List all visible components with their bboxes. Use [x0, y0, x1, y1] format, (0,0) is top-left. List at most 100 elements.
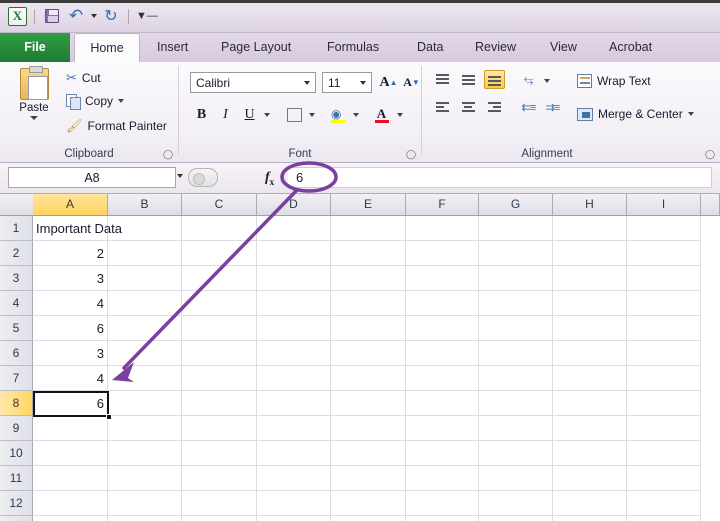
- cell-B3[interactable]: [108, 266, 182, 291]
- cell-F3[interactable]: [406, 266, 479, 291]
- align-center-button[interactable]: [458, 98, 479, 117]
- bold-button[interactable]: B: [191, 104, 212, 125]
- cell-F1[interactable]: [406, 216, 479, 241]
- fill-color-dropdown-icon[interactable]: [351, 110, 361, 120]
- tab-page-layout[interactable]: Page Layout: [208, 33, 304, 62]
- tab-view[interactable]: View: [537, 33, 590, 62]
- cell-D3[interactable]: [257, 266, 331, 291]
- cell-I6[interactable]: [627, 341, 701, 366]
- tab-file[interactable]: File: [0, 33, 70, 62]
- cell-I13[interactable]: [627, 516, 701, 521]
- cell-E2[interactable]: [331, 241, 406, 266]
- undo-icon[interactable]: ↶: [66, 6, 86, 26]
- column-header-f[interactable]: F: [406, 194, 479, 215]
- row-header-12[interactable]: 12: [0, 491, 33, 516]
- row-header-1[interactable]: 1: [0, 216, 33, 241]
- cell-D13[interactable]: [257, 516, 331, 521]
- cell-I12[interactable]: [627, 491, 701, 516]
- cell-H8[interactable]: [553, 391, 627, 416]
- cell-D5[interactable]: [257, 316, 331, 341]
- row-header-5[interactable]: 5: [0, 316, 33, 341]
- undo-dropdown-icon[interactable]: [91, 14, 97, 18]
- align-bottom-button[interactable]: [484, 70, 505, 89]
- cell-D8[interactable]: [257, 391, 331, 416]
- cell-G4[interactable]: [479, 291, 553, 316]
- column-header-g[interactable]: G: [479, 194, 553, 215]
- cell-C5[interactable]: [182, 316, 257, 341]
- cell-I9[interactable]: [627, 416, 701, 441]
- paste-dropdown-icon[interactable]: [30, 116, 38, 120]
- cell-I7[interactable]: [627, 366, 701, 391]
- cell-C2[interactable]: [182, 241, 257, 266]
- cell-B1[interactable]: [108, 216, 182, 241]
- cell-F13[interactable]: [406, 516, 479, 521]
- tab-home[interactable]: Home: [74, 33, 140, 62]
- spreadsheet-grid[interactable]: ABCDEFGHI 12345678910111213 Important Da…: [0, 194, 720, 521]
- column-header-b[interactable]: B: [108, 194, 182, 215]
- font-name-input[interactable]: Calibri: [190, 72, 316, 93]
- cell-H1[interactable]: [553, 216, 627, 241]
- customize-qat-icon[interactable]: ▼—: [136, 10, 158, 22]
- cell-G1[interactable]: [479, 216, 553, 241]
- cell-I4[interactable]: [627, 291, 701, 316]
- cell-F7[interactable]: [406, 366, 479, 391]
- underline-dropdown-icon[interactable]: [262, 110, 272, 120]
- cell-B12[interactable]: [108, 491, 182, 516]
- font-size-dropdown-icon[interactable]: [360, 81, 366, 85]
- merge-center-dropdown-icon[interactable]: [688, 112, 694, 116]
- paste-button[interactable]: Paste: [10, 68, 58, 120]
- cell-F2[interactable]: [406, 241, 479, 266]
- alignment-dialog-launcher-icon[interactable]: ◯: [705, 149, 715, 159]
- fill-color-button[interactable]: ◉: [329, 105, 348, 124]
- column-header-d[interactable]: D: [257, 194, 331, 215]
- copy-button[interactable]: Copy: [66, 94, 124, 108]
- save-icon[interactable]: [42, 6, 62, 26]
- cell-G3[interactable]: [479, 266, 553, 291]
- cell-B4[interactable]: [108, 291, 182, 316]
- insert-function-icon[interactable]: fx: [265, 170, 274, 187]
- cell-A2[interactable]: 2: [33, 241, 108, 266]
- cell-H6[interactable]: [553, 341, 627, 366]
- font-name-dropdown-icon[interactable]: [304, 81, 310, 85]
- cell-G7[interactable]: [479, 366, 553, 391]
- row-header-2[interactable]: 2: [0, 241, 33, 266]
- cell-E8[interactable]: [331, 391, 406, 416]
- cell-H9[interactable]: [553, 416, 627, 441]
- cell-G11[interactable]: [479, 466, 553, 491]
- cell-C13[interactable]: [182, 516, 257, 521]
- cell-G8[interactable]: [479, 391, 553, 416]
- cell-F12[interactable]: [406, 491, 479, 516]
- row-header-11[interactable]: 11: [0, 466, 33, 491]
- row-header-7[interactable]: 7: [0, 366, 33, 391]
- cell-I11[interactable]: [627, 466, 701, 491]
- cell-B7[interactable]: [108, 366, 182, 391]
- cell-H12[interactable]: [553, 491, 627, 516]
- tab-insert[interactable]: Insert: [144, 33, 201, 62]
- decrease-indent-button[interactable]: ⇇≡: [518, 98, 539, 117]
- cell-D2[interactable]: [257, 241, 331, 266]
- cell-A12[interactable]: [33, 491, 108, 516]
- cell-F8[interactable]: [406, 391, 479, 416]
- cell-H4[interactable]: [553, 291, 627, 316]
- cell-G2[interactable]: [479, 241, 553, 266]
- row-header-4[interactable]: 4: [0, 291, 33, 316]
- wrap-text-button[interactable]: Wrap Text: [577, 74, 651, 88]
- merge-center-button[interactable]: Merge & Center: [577, 107, 694, 121]
- cell-B2[interactable]: [108, 241, 182, 266]
- cell-A1[interactable]: Important Data: [33, 216, 108, 241]
- orientation-button[interactable]: ⥃: [518, 70, 539, 89]
- cell-A13[interactable]: [33, 516, 108, 521]
- cell-H13[interactable]: [553, 516, 627, 521]
- cell-B10[interactable]: [108, 441, 182, 466]
- cell-G10[interactable]: [479, 441, 553, 466]
- underline-button[interactable]: U: [239, 104, 260, 125]
- italic-button[interactable]: I: [215, 104, 236, 125]
- cell-B5[interactable]: [108, 316, 182, 341]
- tab-review[interactable]: Review: [462, 33, 529, 62]
- cell-A11[interactable]: [33, 466, 108, 491]
- column-header-c[interactable]: C: [182, 194, 257, 215]
- cell-E12[interactable]: [331, 491, 406, 516]
- cell-H11[interactable]: [553, 466, 627, 491]
- cell-C3[interactable]: [182, 266, 257, 291]
- row-header-8[interactable]: 8: [0, 391, 33, 416]
